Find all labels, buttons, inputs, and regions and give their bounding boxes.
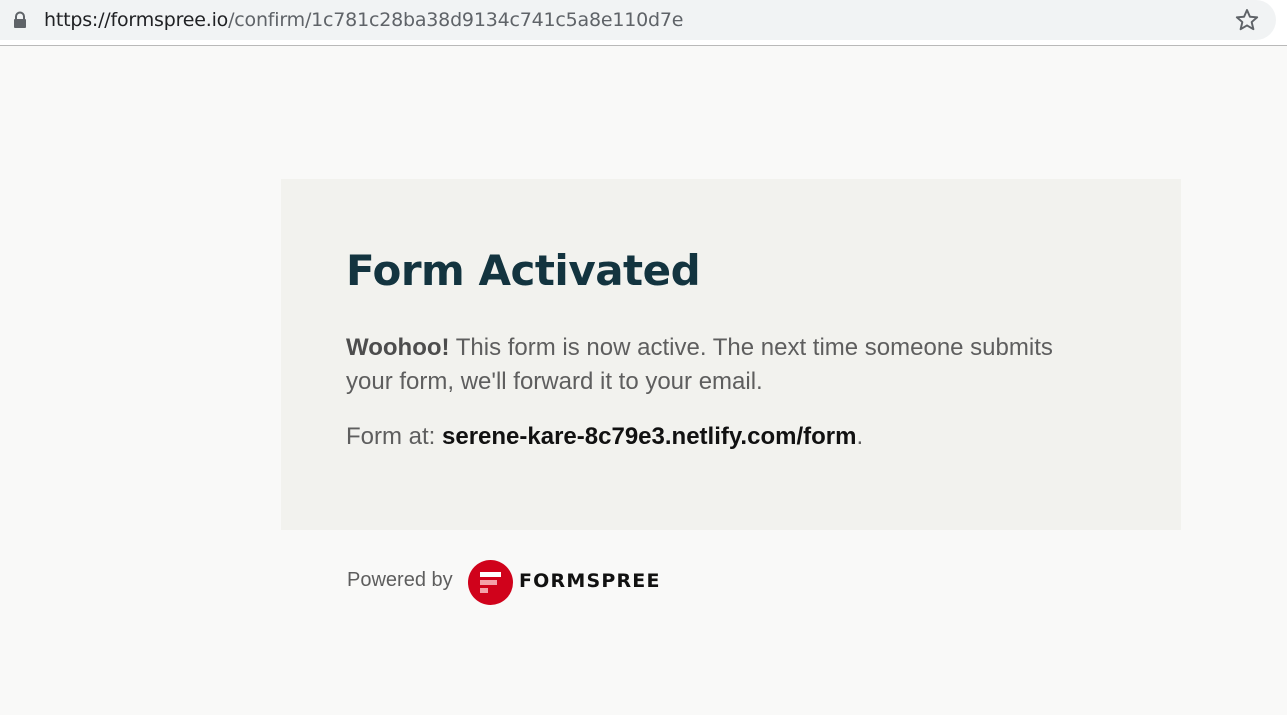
form-site-link[interactable]: serene-kare-8c79e3.netlify.com/form [442,423,856,450]
url-field[interactable]: https://formspree.io/confirm/1c781c28ba3… [0,0,1276,40]
form-location: Form at: serene-kare-8c79e3.netlify.com/… [346,423,863,451]
url-text[interactable]: https://formspree.io/confirm/1c781c28ba3… [44,9,683,31]
formspree-logo-icon[interactable] [468,560,513,605]
url-path: /confirm/1c781c28ba38d9134c741c5a8e110d7… [228,9,684,31]
browser-address-bar: https://formspree.io/confirm/1c781c28ba3… [0,0,1287,46]
message-text: This form is now active. The next time s… [346,334,1053,395]
url-host: https://formspree.io [44,9,229,31]
message-bold: Woohoo! [346,334,450,361]
formspree-brand-text[interactable]: FORMSPREE [519,570,661,592]
form-at-end: . [856,423,864,450]
confirmation-card: Form Activated Woohoo! This form is now … [281,179,1181,530]
star-icon[interactable] [1234,7,1260,33]
powered-by-label: Powered by [347,569,453,591]
page-title: Form Activated [346,246,701,295]
form-at-label: Form at: [346,423,443,450]
activation-message: Woohoo! This form is now active. The nex… [346,331,1106,399]
lock-icon [14,11,26,28]
